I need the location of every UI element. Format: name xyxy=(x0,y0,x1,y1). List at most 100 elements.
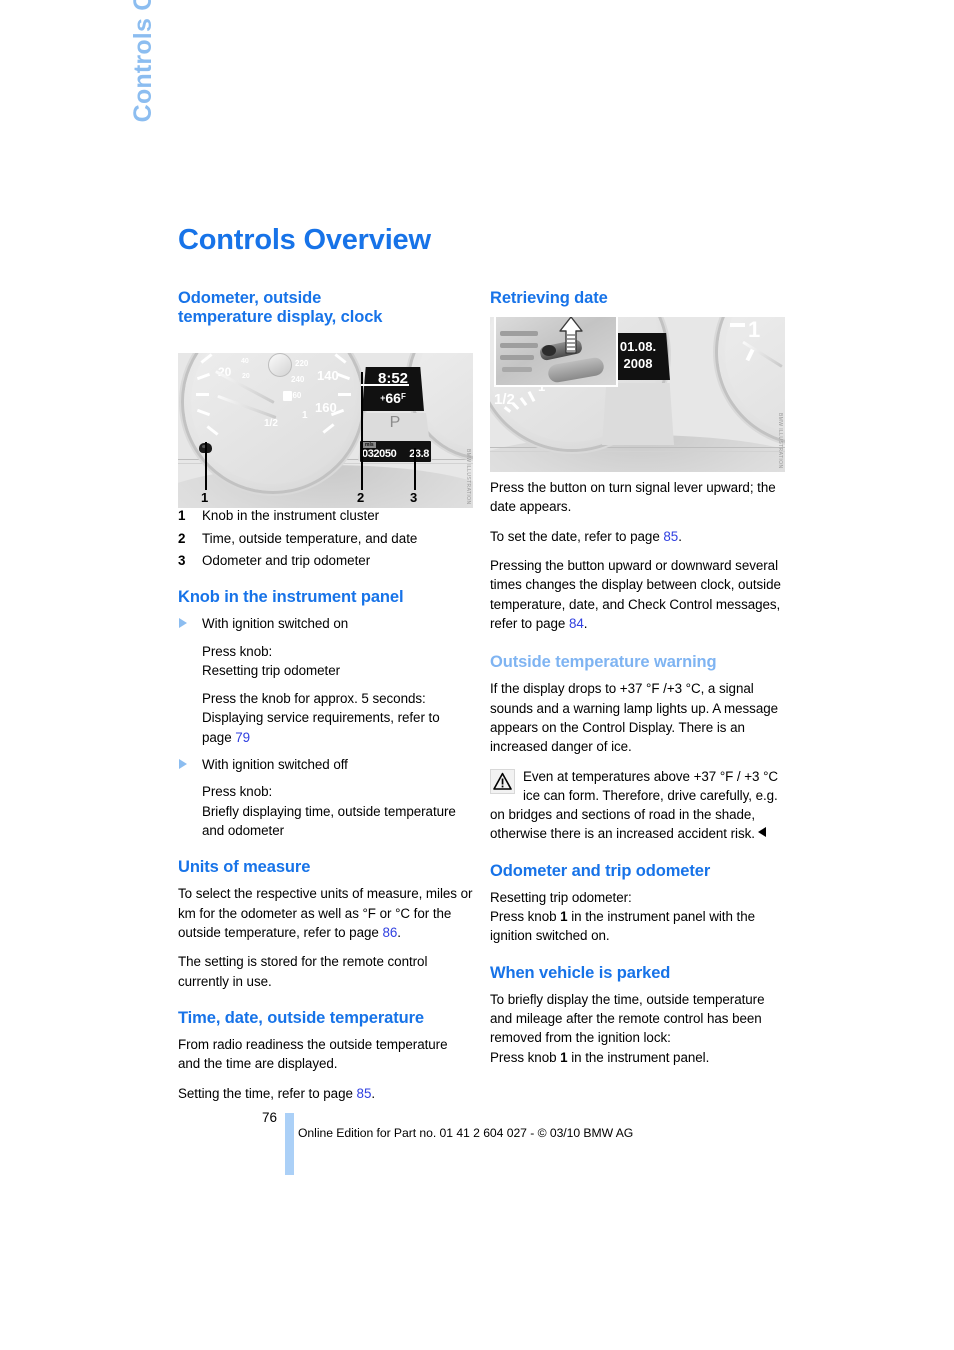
legend-number: 1 xyxy=(178,508,186,524)
heading-retrieving-date: Retrieving date xyxy=(490,289,608,307)
speed-label: 160 xyxy=(315,400,337,415)
lcd-temp-value: 66 xyxy=(385,390,401,406)
page-number: 76 xyxy=(262,1110,278,1125)
fuel-gauge-label: 1/2 xyxy=(494,391,515,408)
legend-number: 2 xyxy=(178,530,186,546)
manual-page: Controls Overview Controls Overview Odom… xyxy=(0,0,954,1350)
date-display-figure: 100 1/2 1 1 01.08. 2008 xyxy=(490,317,785,472)
section-when-vehicle-parked: When vehicle is parked To briefly displa… xyxy=(490,964,785,1067)
paragraph: The setting is stored for the remote con… xyxy=(178,954,428,989)
section-units-of-measure: Units of measure To select the respectiv… xyxy=(178,858,473,991)
page-reference-link[interactable]: 79 xyxy=(235,730,250,745)
knob-number-reference: 1 xyxy=(560,1049,568,1065)
text-line: and odometer xyxy=(202,822,285,838)
speed-label: 40 xyxy=(241,358,249,365)
lcd-time-temp-display: 8:52 +66F xyxy=(362,367,424,411)
text-run: . xyxy=(583,615,588,631)
fuel-gauge-label: 1/2 xyxy=(264,418,278,429)
legend-text: Time, outside temperature, and date xyxy=(202,530,418,546)
legend-number: 3 xyxy=(178,552,186,568)
section-outside-temperature-warning: Outside temperature warning If the displ… xyxy=(490,653,785,844)
text-run: To select the respective units of measur… xyxy=(178,886,473,940)
text-run: Setting the time, refer to page xyxy=(178,1085,357,1101)
heading-knob-instrument-panel: Knob in the instrument panel xyxy=(178,588,404,607)
heading-outside-temperature-warning: Outside temperature warning xyxy=(490,653,717,672)
bullet-lead-text: With ignition switched on xyxy=(202,616,349,632)
text-line: Briefly displaying time, outside tempera… xyxy=(202,803,456,819)
paragraph: Press knob: Resetting trip odometer xyxy=(202,642,473,681)
list-item: With ignition switched on Press knob: Re… xyxy=(178,614,473,747)
text-run: To set the date, refer to page xyxy=(490,528,664,544)
paragraph: To briefly display the time, outside tem… xyxy=(490,990,785,1067)
paragraph: Press the button on turn signal lever up… xyxy=(490,480,776,515)
text-line: Press knob: xyxy=(202,643,273,659)
text-line: Displaying service requirements, refer t… xyxy=(202,710,440,726)
tachometer-dial: 1 xyxy=(718,317,785,443)
warning-triangle-icon xyxy=(490,768,515,794)
speed-label: 240 xyxy=(291,375,305,384)
center-display-panel xyxy=(602,383,674,445)
page-reference-link[interactable]: 84 xyxy=(569,616,584,631)
page-reference-link[interactable]: 85 xyxy=(663,529,678,544)
bullet-body: Press knob: Briefly displaying time, out… xyxy=(202,782,473,840)
callout-number-3: 3 xyxy=(410,490,418,505)
trip-odometer-value: 23.8 xyxy=(409,448,429,460)
list-item: 1 Knob in the instrument cluster xyxy=(178,506,473,525)
speed-label: 140 xyxy=(317,368,339,383)
instrument-cluster-figure: 20 20 40 220 240 260 140 160 1/2 1 8:52 xyxy=(178,353,473,508)
knob-bullet-list: With ignition switched on Press knob: Re… xyxy=(178,614,473,840)
callout-number-1: 1 xyxy=(201,490,209,505)
footer-accent-bar xyxy=(285,1113,294,1175)
text-run: Press knob xyxy=(490,1049,561,1065)
warning-note: Even at temperatures above +37 °F / +3 °… xyxy=(490,767,785,844)
running-head-vertical: Controls Overview xyxy=(118,0,158,218)
paragraph: Setting the time, refer to page 85. xyxy=(178,1084,473,1103)
figure-callouts: 1 2 3 xyxy=(178,372,473,508)
text-line: Resetting trip odometer xyxy=(202,662,341,678)
page-title: Controls Overview xyxy=(178,224,431,256)
tach-label: 1 xyxy=(748,317,761,342)
callout-leader-line xyxy=(205,442,207,490)
heading-units-of-measure: Units of measure xyxy=(178,858,311,877)
odometer-value: 032050 xyxy=(362,448,397,460)
list-item: 3 Odometer and trip odometer xyxy=(178,551,473,570)
callout-leader-line xyxy=(414,448,416,490)
turn-signal-lever-inset xyxy=(494,317,618,387)
paragraph: Pressing the button upward or downward s… xyxy=(490,556,785,633)
triangle-bullet-icon xyxy=(179,617,187,628)
figure-legend-list: 1 Knob in the instrument cluster 2 Time,… xyxy=(178,506,473,570)
text-run: Pressing the button upward or downward s… xyxy=(490,558,781,631)
triangle-bullet-icon xyxy=(179,758,187,769)
text-line: Press knob: xyxy=(202,784,273,800)
text-line: To briefly display the time, outside tem… xyxy=(490,991,765,1046)
section-odometer-trip-odometer: Odometer and trip odometer Resetting tri… xyxy=(490,862,785,946)
paragraph: To set the date, refer to page 85. xyxy=(490,527,785,546)
text-line: Press the knob for approx. 5 seconds: xyxy=(202,691,426,707)
section-time-date-temperature: Time, date, outside temperature From rad… xyxy=(178,1009,473,1103)
page-reference-link[interactable]: 85 xyxy=(357,1086,372,1101)
callout-leader-line xyxy=(361,372,363,490)
section-heading-line2: temperature display, clock xyxy=(178,308,383,327)
section-heading-odometer: Odometer, outside temperature display, c… xyxy=(178,289,473,327)
warning-text: Even at temperatures above +37 °F / +3 °… xyxy=(490,768,779,842)
upward-arrow-icon xyxy=(559,317,583,354)
tach-label: 1 xyxy=(302,410,308,421)
gear-indicator: P xyxy=(389,414,401,431)
vent-slat xyxy=(500,355,534,360)
dial-tick xyxy=(196,393,209,396)
heading-odometer-trip-odometer: Odometer and trip odometer xyxy=(490,861,711,880)
page-reference-link[interactable]: 86 xyxy=(382,925,397,940)
list-item: With ignition switched off Press knob: B… xyxy=(178,755,473,840)
dial-tick xyxy=(730,323,745,327)
text-line: page xyxy=(202,729,236,745)
heading-when-vehicle-parked: When vehicle is parked xyxy=(490,963,671,982)
footer-text: Online Edition for Part no. 01 41 2 604 … xyxy=(298,1126,634,1140)
lcd-odometer-display: mls 032050 23.8 xyxy=(360,441,431,462)
bullet-lead-text: With ignition switched off xyxy=(202,757,348,773)
vent-slat xyxy=(500,343,538,348)
dial-tick xyxy=(338,393,351,396)
end-of-note-marker xyxy=(757,827,766,838)
text-run: Press knob xyxy=(490,909,561,925)
knob-number-reference: 1 xyxy=(560,909,568,925)
paragraph: From radio readiness the outside tempera… xyxy=(178,1036,448,1072)
